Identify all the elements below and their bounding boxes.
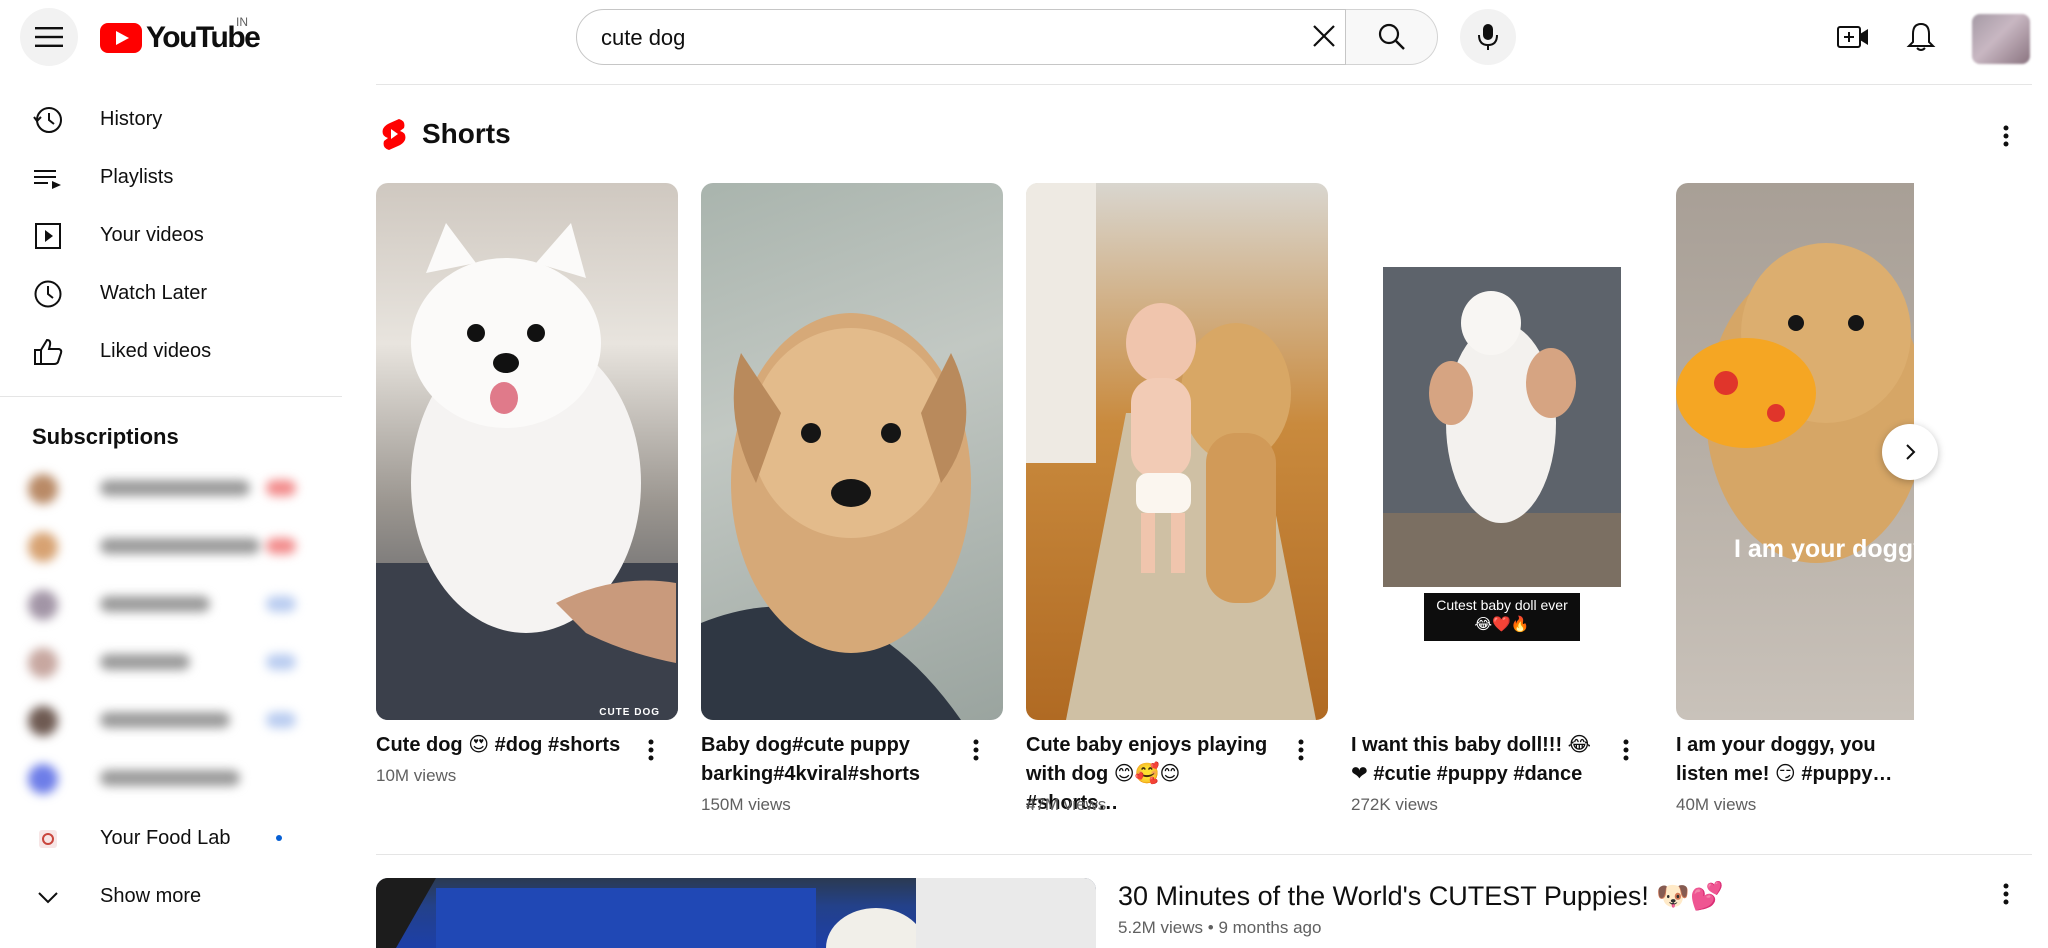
video-more-button[interactable] [1988,876,2024,912]
short-thumbnail[interactable] [701,183,1003,720]
short-more-button[interactable] [636,735,666,765]
sidebar-item-liked-videos[interactable]: Liked videos [0,323,340,379]
short-thumbnail[interactable]: Cutest baby doll ever 😂❤️🔥 [1351,183,1653,720]
search-box[interactable] [576,9,1346,65]
subscription-item[interactable] [28,588,298,620]
thumbnail-overlay-emoji: 😂❤️🔥 [1474,616,1530,633]
search-icon [1378,23,1405,50]
video-views: 5.2M views [1118,918,1204,937]
like-icon [32,337,64,367]
thumbnail-overlay-text: Cutest baby doll ever [1436,597,1568,613]
chevron-down-icon [32,882,64,912]
sidebar-item-your-videos[interactable]: Your videos [0,207,340,263]
account-avatar[interactable] [1972,14,2030,64]
thumbnail-overlay-text: CUTE DOG [599,707,660,718]
sidebar-item-label: Watch Later [100,281,208,304]
show-more-button[interactable]: Show more [0,868,340,924]
subscription-item[interactable] [28,530,298,562]
sidebar-item-label: Liked videos [100,339,212,362]
microphone-icon [1478,24,1498,50]
section-divider [376,854,2032,855]
subscription-item[interactable] [28,472,298,504]
shorts-next-button[interactable] [1882,424,1938,480]
new-content-dot [276,835,282,841]
create-button[interactable] [1832,16,1874,58]
shorts-shelf-header: Shorts [380,114,511,154]
subscription-item[interactable] [28,704,298,736]
short-more-button[interactable] [961,735,991,765]
bell-icon [1906,22,1936,51]
sidebar-item-label: Show more [100,884,202,907]
sidebar-item-your-food-lab[interactable]: Your Food Lab [0,810,340,866]
your-videos-icon [32,221,64,251]
history-icon [32,105,64,135]
sidebar-item-label: Your videos [100,223,204,246]
video-metadata: 5.2M views • 9 months ago [1118,918,1321,938]
youtube-play-icon [100,23,142,53]
short-views: 150M views [701,795,791,814]
hamburger-icon [35,27,63,47]
sidebar-item-label: Playlists [100,165,174,188]
voice-search-button[interactable] [1460,9,1516,65]
meta-separator: • [1207,918,1219,937]
more-vertical-icon [648,739,654,761]
channel-avatar-icon [32,824,64,854]
search-input[interactable] [599,22,1243,54]
clear-search-icon[interactable] [1306,18,1342,54]
more-vertical-icon [1623,739,1629,761]
more-vertical-icon [2003,883,2009,905]
playlists-icon [32,163,64,193]
subscription-item[interactable] [28,646,298,678]
menu-button[interactable] [20,8,78,66]
short-views: 10M views [376,766,457,785]
chevron-right-icon [1906,444,1916,460]
video-thumbnail[interactable] [376,878,1096,948]
sidebar-item-label: Your Food Lab [100,826,231,849]
short-thumbnail[interactable]: CUTE DOG [376,183,678,720]
more-vertical-icon [973,739,979,761]
short-views: 47M views [1026,795,1107,814]
more-vertical-icon [1298,739,1304,761]
shorts-title: Shorts [422,118,511,149]
video-title[interactable]: 30 Minutes of the World's CUTEST Puppies… [1118,880,1724,912]
sidebar-item-playlists[interactable]: Playlists [0,149,340,205]
short-views: 40M views [1676,795,1757,814]
short-more-button[interactable] [1611,735,1641,765]
short-thumbnail[interactable]: I am your doggy! [1676,183,1914,720]
shorts-logo-icon [382,119,406,150]
region-code: IN [236,15,248,29]
short-title[interactable]: I want this baby doll!!! 😂❤ #cutie #pupp… [1351,731,1601,789]
more-vertical-icon [2003,125,2009,147]
thumbnail-overlay-text: I am your doggy! [1734,535,1914,563]
short-more-button[interactable] [1286,735,1316,765]
sidebar-item-history[interactable]: History [0,91,340,147]
short-views: 272K views [1351,795,1438,814]
notifications-button[interactable] [1900,16,1942,58]
short-title[interactable]: Baby dog#cute puppy barking#4kviral#shor… [701,731,951,789]
video-camera-plus-icon [1837,26,1868,48]
short-thumbnail[interactable] [1026,183,1328,720]
shorts-more-button[interactable] [1988,118,2024,154]
subscriptions-heading: Subscriptions [32,424,179,449]
short-title[interactable]: I am your doggy, you listen me! 😏 #puppy… [1676,731,1914,789]
watch-later-icon [32,279,64,309]
sidebar-item-watch-later[interactable]: Watch Later [0,265,340,321]
sidebar-divider [0,396,342,397]
short-title[interactable]: Cute dog 😍 #dog #shorts [376,731,626,760]
header-divider [376,84,2032,85]
video-age: 9 months ago [1218,918,1322,937]
subscription-item[interactable] [28,762,298,794]
search-button[interactable] [1346,9,1438,65]
sidebar-item-label: History [100,107,163,130]
